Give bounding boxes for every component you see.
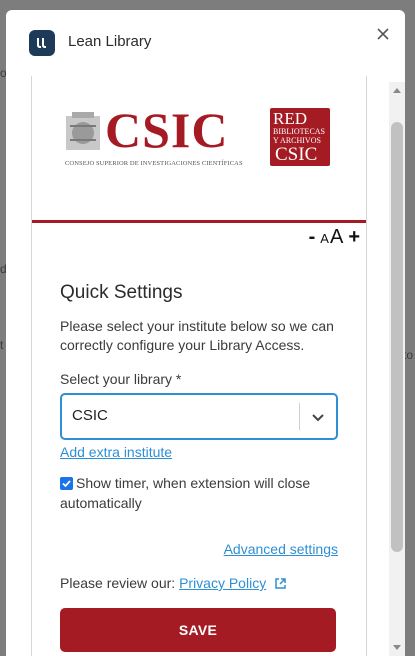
timer-label: Show timer, when extension will close au…: [60, 475, 311, 511]
csic-subtitle: CONSEJO SUPERIOR DE INVESTIGACIONES CIEN…: [65, 160, 243, 167]
increase-font-button[interactable]: +: [348, 226, 360, 249]
scrollbar[interactable]: [389, 82, 405, 656]
decrease-font-button[interactable]: -: [309, 226, 316, 249]
library-select-value: CSIC: [72, 407, 108, 424]
app-title: Lean Library: [68, 33, 152, 50]
external-link-icon[interactable]: [274, 577, 287, 590]
scroll-down-arrow-icon[interactable]: [393, 645, 401, 650]
csic-wordmark: CSIC: [105, 102, 229, 158]
privacy-row: Please review our: Privacy Policy: [60, 575, 287, 591]
privacy-prefix: Please review our:: [60, 575, 176, 591]
red-bibliotecas-logo: RED BIBLIOTECAS Y ARCHIVOS CSIC: [270, 108, 330, 166]
lean-library-logo-icon: [29, 30, 55, 56]
lean-library-dialog: Lean Library CSIC CONSEJO SUPERIOR DE IN…: [6, 10, 405, 656]
quick-settings-description: Please select your institute below so we…: [60, 318, 334, 353]
brand-divider: [32, 220, 366, 223]
red-word2: CSIC: [275, 144, 318, 165]
csic-emblem-icon: [66, 112, 100, 150]
dialog-header: Lean Library: [6, 10, 405, 76]
library-select[interactable]: CSIC: [60, 393, 338, 440]
large-font-button[interactable]: A: [330, 226, 343, 249]
institution-logos: CSIC CONSEJO SUPERIOR DE INVESTIGACIONES…: [32, 76, 366, 220]
scroll-up-arrow-icon[interactable]: [393, 88, 401, 93]
scrollbar-thumb[interactable]: [391, 122, 403, 552]
red-line1: BIBLIOTECAS: [273, 127, 325, 136]
select-divider: [299, 403, 300, 430]
save-button[interactable]: SAVE: [60, 608, 336, 652]
font-size-controls: - A A +: [309, 226, 360, 248]
timer-option: Show timer, when extension will close au…: [60, 473, 350, 513]
close-icon[interactable]: [371, 22, 395, 46]
quick-settings-title: Quick Settings: [60, 282, 183, 303]
settings-panel: CSIC CONSEJO SUPERIOR DE INVESTIGACIONES…: [31, 76, 367, 656]
chevron-down-icon[interactable]: [310, 409, 326, 425]
background-page-fragment: t: [0, 338, 4, 352]
timer-checkbox[interactable]: [60, 477, 73, 490]
privacy-policy-link[interactable]: Privacy Policy: [179, 575, 266, 591]
small-font-button[interactable]: A: [320, 231, 329, 246]
advanced-settings-link[interactable]: Advanced settings: [224, 541, 338, 557]
red-word: RED: [273, 109, 307, 128]
add-extra-institute-link[interactable]: Add extra institute: [60, 444, 172, 460]
library-select-label: Select your library *: [60, 371, 182, 387]
